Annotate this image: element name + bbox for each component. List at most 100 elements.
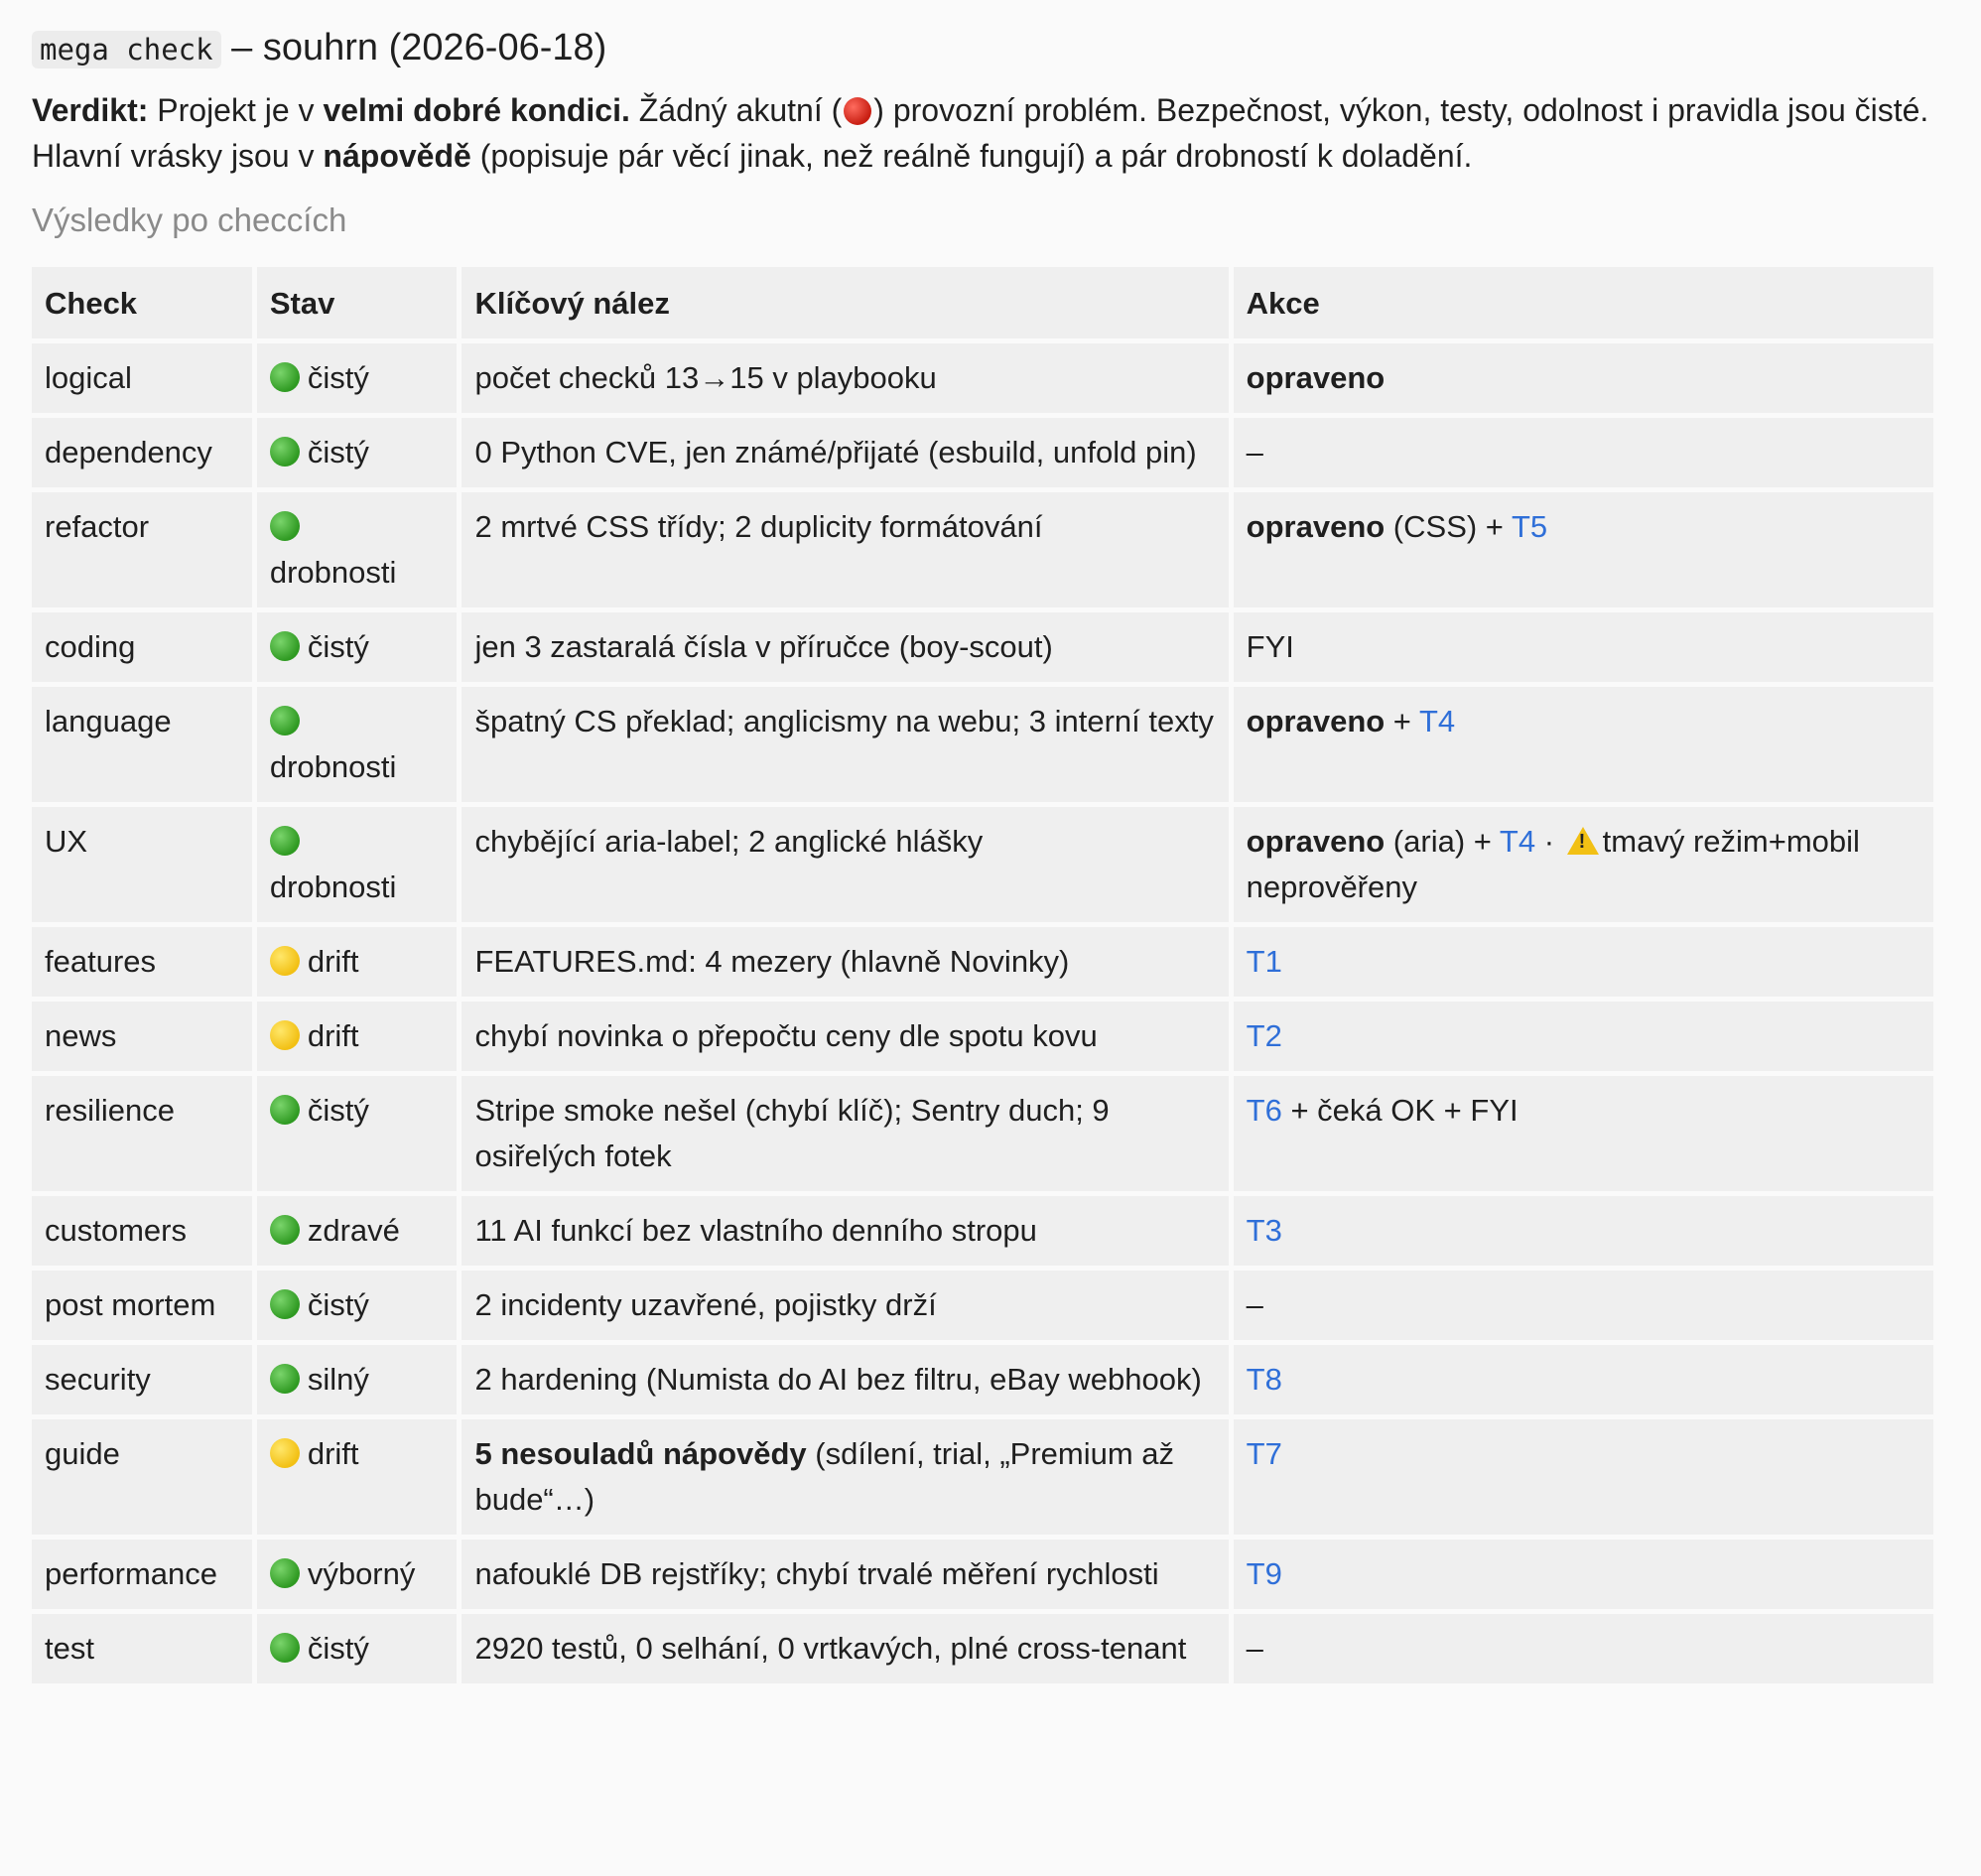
green-circle-icon [269, 511, 300, 541]
finding-text: 2 incidenty uzavřené, pojistky drží [474, 1287, 937, 1322]
finding-text: 11 AI funkcí bez vlastního denního strop… [474, 1213, 1037, 1248]
status-label: silný [307, 1362, 369, 1397]
green-circle-icon [269, 1364, 300, 1394]
check-name-cell: news [32, 1002, 252, 1071]
table-body: logical čistý počet checků 13→15 v playboo… [32, 343, 1933, 1683]
status-cell: drobnosti [256, 807, 458, 922]
action-cell: – [1233, 418, 1933, 487]
table-row: UX drobnosti chybějící aria-label; 2 angli… [32, 807, 1933, 922]
status-cell: drift [256, 927, 458, 997]
check-name-cell: guide [32, 1419, 252, 1535]
table-row: test čistý 2920 testů, 0 selhání, 0 vrtkav… [32, 1614, 1933, 1683]
check-name-cell: resilience [32, 1076, 252, 1191]
action-cell: T9 [1233, 1540, 1933, 1609]
status-cell: silný [256, 1345, 458, 1414]
warning-icon: ! [1566, 827, 1599, 855]
section-heading: Výsledky po checcích [32, 201, 347, 238]
action-status: opraveno [1246, 824, 1386, 859]
table-row: security silný 2 hardening (Numista do AI … [32, 1345, 1933, 1414]
finding-cell: chybí novinka o přepočtu ceny dle spotu … [462, 1002, 1229, 1071]
finding-cell: 2 incidenty uzavřené, pojistky drží [462, 1271, 1229, 1340]
verdict-bold-1: velmi dobré kondici. [323, 92, 630, 128]
table-row: resilience čistý Stripe smoke nešel (chybí… [32, 1076, 1933, 1191]
action-cell: FYI [1233, 612, 1933, 682]
finding-cell: nafouklé DB rejstříky; chybí trvalé měře… [462, 1540, 1229, 1609]
yellow-circle-icon [269, 1020, 300, 1050]
finding-cell: jen 3 zastaralá čísla v příručce (boy-sc… [462, 612, 1229, 682]
status-cell: zdravé [256, 1196, 458, 1266]
status-cell: drobnosti [256, 687, 458, 802]
check-name-cell: security [32, 1345, 252, 1414]
green-circle-icon [269, 1215, 300, 1245]
task-link[interactable]: T3 [1247, 1213, 1282, 1248]
table-row: logical čistý počet checků 13→15 v playboo… [32, 343, 1933, 413]
table-row: refactor drobnosti 2 mrtvé CSS třídy; 2 du… [32, 492, 1933, 607]
check-name-cell: language [32, 687, 252, 802]
task-link[interactable]: T6 [1247, 1093, 1282, 1128]
finding-text: chybí novinka o přepočtu ceny dle spotu … [474, 1018, 1098, 1053]
verdict-text-4: (popisuje pár věcí jinak, než reálně fun… [470, 138, 1473, 174]
finding-text: 2 hardening (Numista do AI bez filtru, e… [474, 1362, 1202, 1397]
finding-text: nafouklé DB rejstříky; chybí trvalé měře… [474, 1556, 1159, 1591]
finding-cell: 2920 testů, 0 selhání, 0 vrtkavých, plné… [462, 1614, 1229, 1683]
task-link[interactable]: T1 [1247, 944, 1282, 979]
action-text: FYI [1246, 629, 1294, 664]
action-cell: opraveno [1233, 343, 1933, 413]
action-text: · [1535, 824, 1563, 859]
finding-cell: 11 AI funkcí bez vlastního denního strop… [462, 1196, 1229, 1266]
check-name-cell: features [32, 927, 252, 997]
action-status: opraveno [1246, 704, 1386, 738]
finding-text: Stripe smoke nešel (chybí klíč); Sentry … [474, 1093, 1110, 1173]
verdict-text-1: Projekt je v [148, 92, 324, 128]
green-circle-icon [269, 706, 300, 736]
document: mega check – souhrn (2026-06-18) Verdikt… [0, 0, 1981, 1688]
column-header-check: Check [32, 267, 252, 338]
finding-bold: 5 nesouladů nápovědy [474, 1436, 807, 1471]
status-label: drift [307, 1018, 359, 1053]
table-row: performance výborný nafouklé DB rejstříky;… [32, 1540, 1933, 1609]
task-link[interactable]: T5 [1512, 509, 1547, 544]
table-row: post mortem čistý 2 incidenty uzavřené, po… [32, 1271, 1933, 1340]
status-label: drift [307, 1436, 359, 1471]
status-cell: čistý [256, 1614, 458, 1683]
status-cell: čistý [256, 1076, 458, 1191]
finding-cell: počet checků 13→15 v playbooku [462, 343, 1229, 413]
column-header-action: Akce [1233, 267, 1933, 338]
green-circle-icon [269, 1095, 300, 1125]
check-name-cell: UX [32, 807, 252, 922]
action-status: opraveno [1246, 360, 1386, 395]
status-label: čistý [307, 435, 369, 469]
action-cell: – [1233, 1271, 1933, 1340]
task-link[interactable]: T4 [1419, 704, 1455, 738]
column-header-status: Stav [256, 267, 458, 338]
finding-text: chybějící aria-label; 2 anglické hlášky [474, 824, 984, 859]
action-text: (CSS) + [1385, 509, 1512, 544]
finding-cell: 2 hardening (Numista do AI bez filtru, e… [462, 1345, 1229, 1414]
finding-text: FEATURES.md: 4 mezery (hlavně Novinky) [474, 944, 1070, 979]
task-link[interactable]: T9 [1247, 1556, 1282, 1591]
task-link[interactable]: T4 [1500, 824, 1535, 859]
task-link[interactable]: T7 [1247, 1436, 1282, 1471]
task-link[interactable]: T8 [1247, 1362, 1282, 1397]
column-header-finding: Klíčový nález [462, 267, 1229, 338]
table-row: news drift chybí novinka o přepočtu ceny d… [32, 1002, 1933, 1071]
status-label: drobnosti [269, 749, 397, 784]
table-row: language drobnosti špatný CS překlad; angl… [32, 687, 1933, 802]
status-cell: drift [256, 1419, 458, 1535]
finding-cell: 0 Python CVE, jen známé/přijaté (esbuild… [462, 418, 1229, 487]
status-cell: čistý [256, 418, 458, 487]
table-row: guide drift 5 nesouladů nápovědy (sdílení,… [32, 1419, 1933, 1535]
action-text: – [1246, 435, 1263, 469]
red-circle-icon [844, 97, 872, 125]
command-code: mega check [32, 31, 221, 68]
action-cell: opraveno (aria) + T4 · ! tmavý režim+mobi… [1233, 807, 1933, 922]
results-table: Check Stav Klíčový nález Akce logical čis… [27, 262, 1938, 1688]
task-link[interactable]: T2 [1247, 1018, 1282, 1053]
check-name-cell: post mortem [32, 1271, 252, 1340]
status-cell: čistý [256, 343, 458, 413]
action-text: + [1385, 704, 1419, 738]
finding-cell: 5 nesouladů nápovědy (sdílení, trial, „P… [462, 1419, 1229, 1535]
table-row: features drift FEATURES.md: 4 mezery (hlav… [32, 927, 1933, 997]
action-cell: T7 [1233, 1419, 1933, 1535]
action-cell: T8 [1233, 1345, 1933, 1414]
